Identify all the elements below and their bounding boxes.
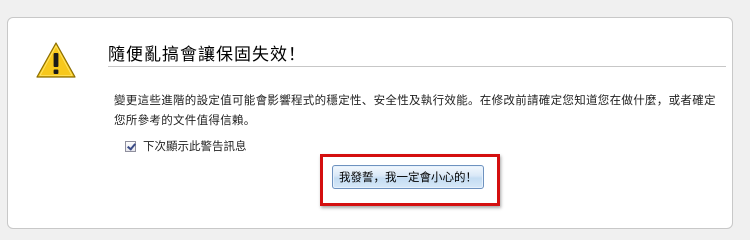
title-divider (108, 66, 726, 67)
warning-description: 變更這些進階的設定值可能會影響程式的穩定性、安全性及執行效能。在修改前請確定您知… (114, 93, 716, 127)
confirm-button[interactable]: 我發誓，我一定會小心的！ (332, 165, 484, 189)
checkbox-checked-icon[interactable] (125, 140, 136, 152)
warning-triangle-icon (36, 42, 76, 78)
show-warning-checkbox-row[interactable]: 下次顯示此警告訊息 (125, 138, 247, 154)
show-warning-checkbox-label: 下次顯示此警告訊息 (143, 139, 247, 153)
warning-title: 隨便亂搞會讓保固失效！ (108, 45, 306, 65)
